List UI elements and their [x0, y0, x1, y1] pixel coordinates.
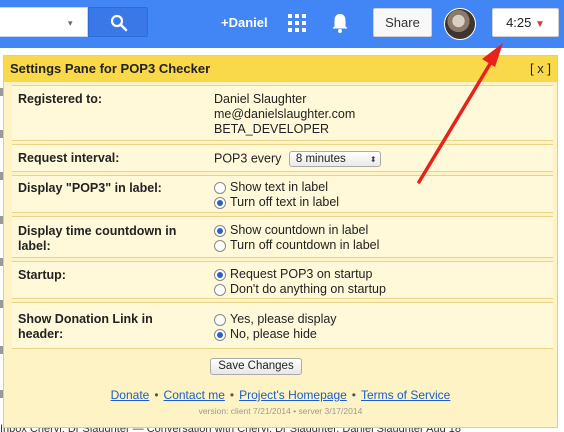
- annotation-arrow-icon: [417, 43, 503, 184]
